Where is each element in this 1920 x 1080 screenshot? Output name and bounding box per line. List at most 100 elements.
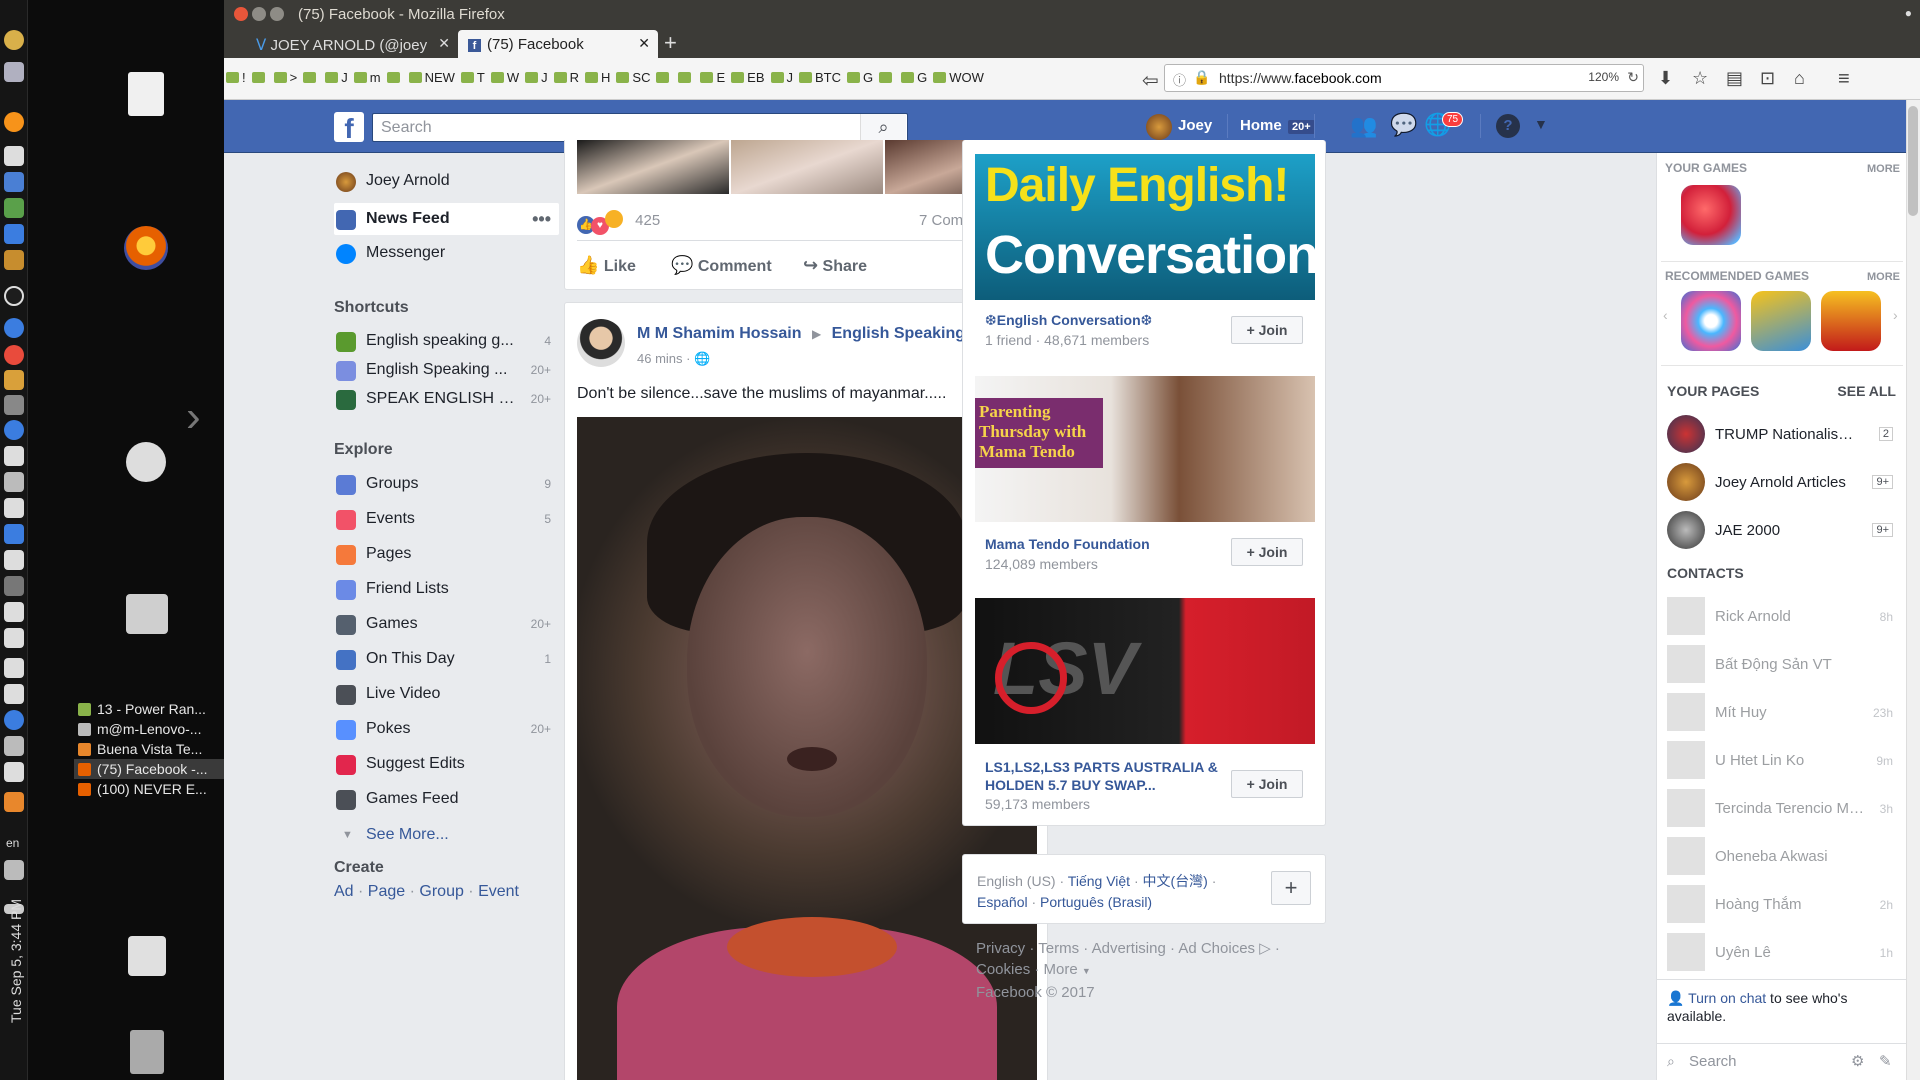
page-scrollbar[interactable] xyxy=(1906,100,1920,1080)
candy-crush-game-icon[interactable] xyxy=(1681,185,1741,245)
contact-item[interactable]: Tercinda Terencio Ma... 3h xyxy=(1667,789,1897,829)
explore-item[interactable]: Pokes 20+ xyxy=(334,713,559,745)
shortcut-item[interactable]: English Speaking ... 20+ xyxy=(334,354,559,386)
volume-icon[interactable] xyxy=(4,860,24,880)
launcher-icon[interactable] xyxy=(4,498,24,518)
lock-icon[interactable]: 🔒 xyxy=(1193,69,1210,86)
contact-item[interactable]: Bất Động Sản VT xyxy=(1667,645,1897,685)
document-icon[interactable] xyxy=(128,72,164,116)
ad-choices-link[interactable]: Ad Choices xyxy=(1178,940,1255,957)
language-link[interactable]: Español xyxy=(977,894,1028,910)
bookmark-item[interactable] xyxy=(303,70,319,85)
messenger-icon[interactable]: 💬 xyxy=(1390,112,1417,138)
bookmark-item[interactable] xyxy=(656,70,672,85)
bookmark-item[interactable]: BTC xyxy=(799,70,841,85)
bookmark-item[interactable]: EB xyxy=(731,70,765,85)
chevron-right-icon[interactable]: › xyxy=(1893,307,1898,323)
launcher-icon[interactable] xyxy=(4,628,24,648)
contact-item[interactable]: Hoàng Thắm 2h xyxy=(1667,885,1897,925)
reactions[interactable]: 👍 ♥ 425 xyxy=(577,210,660,235)
group-banner[interactable]: Daily English! Conversation xyxy=(975,154,1315,300)
join-group-button[interactable]: + Join xyxy=(1231,316,1303,344)
explore-item[interactable]: Groups 9 xyxy=(334,468,559,500)
minimize-window-icon[interactable] xyxy=(252,7,266,21)
launcher-icon[interactable] xyxy=(4,395,24,415)
like-button[interactable]: 👍 Like xyxy=(577,245,636,285)
contact-item[interactable]: Rick Arnold 8h xyxy=(1667,597,1897,637)
contact-item[interactable]: Mít Huy 23h xyxy=(1667,693,1897,733)
bookmark-item[interactable]: SC xyxy=(616,70,650,85)
contact-item[interactable]: Uyên Lê 1h xyxy=(1667,933,1897,973)
explore-item[interactable]: Events 5 xyxy=(334,503,559,535)
file-manager-icon[interactable] xyxy=(126,594,168,634)
chevron-right-icon[interactable]: › xyxy=(186,392,201,442)
join-group-button[interactable]: + Join xyxy=(1231,538,1303,566)
group-banner[interactable]: LSV xyxy=(975,598,1315,744)
bookmark-item[interactable] xyxy=(879,70,895,85)
launcher-icon[interactable] xyxy=(4,370,24,390)
launcher-icon[interactable] xyxy=(4,550,24,570)
launcher-icon[interactable] xyxy=(4,420,24,440)
slots-game-icon[interactable] xyxy=(1821,291,1881,351)
bookmark-item[interactable]: G xyxy=(901,70,927,85)
url-bar[interactable]: ⓘ 🔒 https://www.facebook.com 120% ↻ xyxy=(1164,64,1644,92)
explore-item[interactable]: On This Day 1 xyxy=(334,643,559,675)
turn-on-chat-link[interactable]: Turn on chat xyxy=(1688,990,1766,1006)
launcher-icon[interactable] xyxy=(4,472,24,492)
explore-item[interactable]: Suggest Edits xyxy=(334,748,559,780)
launcher-icon[interactable] xyxy=(4,286,24,306)
launcher-icon[interactable] xyxy=(4,146,24,166)
library-icon[interactable]: ▤ xyxy=(1726,68,1743,89)
see-more-link[interactable]: ▼ See More... xyxy=(334,819,559,851)
chat-search-input[interactable]: Search xyxy=(1689,1053,1737,1070)
group-name[interactable]: ❆English Conversation❆ xyxy=(985,312,1152,329)
bookmark-item[interactable]: T xyxy=(460,70,485,85)
more-link[interactable]: More xyxy=(1044,961,1078,978)
bookmark-item[interactable]: J xyxy=(325,70,348,85)
menu-icon[interactable]: ≡ xyxy=(1838,68,1850,91)
share-button[interactable]: ↪ Share xyxy=(803,245,867,285)
scrollbar-thumb[interactable] xyxy=(1908,106,1918,216)
maximize-window-icon[interactable] xyxy=(270,7,284,21)
zoom-level[interactable]: 120% xyxy=(1588,70,1619,84)
news-feed-item[interactable]: News Feed ••• xyxy=(334,203,559,235)
bingo-game-icon[interactable] xyxy=(1751,291,1811,351)
recommended-more-link[interactable]: MORE xyxy=(1867,271,1900,283)
explore-item[interactable]: Live Video xyxy=(334,678,559,710)
close-tab-icon[interactable]: ✕ xyxy=(638,35,650,52)
shortcut-item[interactable]: English speaking g... 4 xyxy=(334,325,559,357)
page-item[interactable]: JAE 2000 9+ xyxy=(1667,511,1897,551)
avatar[interactable] xyxy=(1146,114,1172,140)
join-group-button[interactable]: + Join xyxy=(1231,770,1303,798)
bookmark-item[interactable] xyxy=(251,70,268,85)
launcher-icon[interactable] xyxy=(4,250,24,270)
bookmark-item[interactable] xyxy=(386,70,403,85)
back-button-icon[interactable]: ⇦ xyxy=(1142,68,1159,93)
launcher-icon[interactable] xyxy=(4,762,24,782)
close-window-icon[interactable] xyxy=(234,7,248,21)
tab-facebook[interactable]: f (75) Facebook ✕ xyxy=(458,30,658,58)
post-time[interactable]: 46 mins xyxy=(637,351,683,366)
keyboard-language[interactable]: en xyxy=(6,836,19,850)
launcher-icon[interactable] xyxy=(4,684,24,704)
search-icon[interactable]: ⌕ xyxy=(860,114,906,141)
advertising-link[interactable]: Advertising xyxy=(1092,940,1166,957)
info-icon[interactable]: ⓘ xyxy=(1173,70,1186,89)
facebook-logo-icon[interactable]: f xyxy=(334,112,364,142)
reload-icon[interactable]: ↻ xyxy=(1627,69,1639,86)
bookmark-item[interactable]: ! xyxy=(226,70,246,85)
window-list-item[interactable]: m@m-Lenovo-... xyxy=(74,719,224,739)
bookmark-item[interactable]: WOW xyxy=(933,70,984,85)
more-options-icon[interactable]: ••• xyxy=(532,203,551,235)
gear-icon[interactable]: ⚙ xyxy=(1851,1052,1864,1070)
launcher-icon[interactable] xyxy=(4,345,24,365)
bookmark-star-icon[interactable]: ☆ xyxy=(1692,68,1708,89)
bookmark-item[interactable]: m xyxy=(353,70,381,85)
bitcoin-icon[interactable] xyxy=(4,112,24,132)
tab-joey-arnold[interactable]: ᐯ JOEY ARNOLD (@joey ✕ xyxy=(246,30,458,58)
trash-icon[interactable] xyxy=(130,1030,164,1074)
messenger-item[interactable]: Messenger xyxy=(334,237,559,269)
launcher-icon[interactable] xyxy=(4,602,24,622)
contact-item[interactable]: U Htet Lin Ko 9m xyxy=(1667,741,1897,781)
explore-item[interactable]: Games 20+ xyxy=(334,608,559,640)
